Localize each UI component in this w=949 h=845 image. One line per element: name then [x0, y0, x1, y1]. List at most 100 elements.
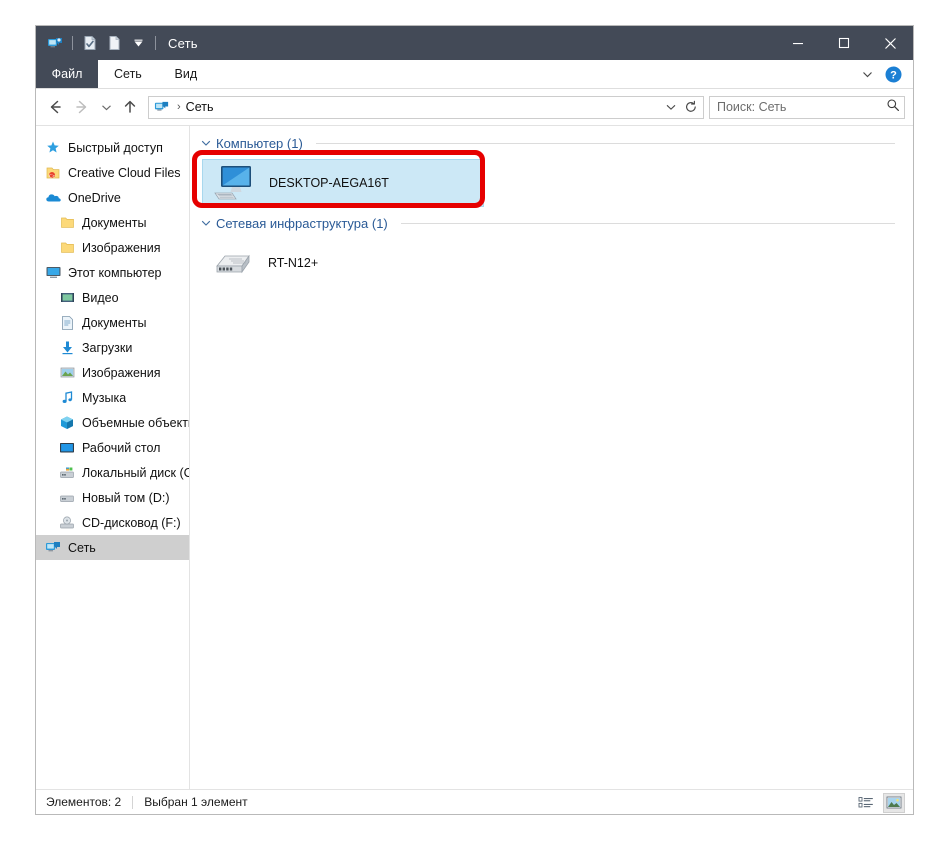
search-placeholder: Поиск: Сеть — [717, 100, 787, 114]
sidebar-item-label: Изображения — [82, 240, 161, 255]
customize-qat-dropdown-icon[interactable] — [127, 32, 149, 54]
3d-objects-icon — [58, 414, 76, 432]
tab-file[interactable]: Файл — [36, 60, 98, 88]
drive-icon — [58, 489, 76, 507]
list-item-rt-n12[interactable]: RT-N12+ — [202, 239, 484, 287]
sidebar-item-label: Документы — [82, 215, 147, 230]
qat-separator-2 — [155, 36, 156, 50]
sidebar-item-network[interactable]: Сеть — [36, 535, 189, 560]
desktop-icon — [58, 439, 76, 457]
view-mode-buttons — [855, 790, 905, 815]
status-item-count: Элементов: 2 — [46, 795, 122, 809]
navigation-pane[interactable]: Быстрый доступ Cc Creative Cloud Files O… — [36, 126, 190, 789]
chevron-down-icon[interactable] — [200, 218, 211, 228]
minimize-button[interactable] — [775, 26, 821, 60]
this-pc-icon — [44, 264, 62, 282]
sidebar-item-label: Документы — [82, 315, 147, 330]
search-input[interactable]: Поиск: Сеть — [709, 95, 905, 119]
chevron-down-icon[interactable] — [200, 138, 211, 148]
chevron-down-icon[interactable] — [855, 63, 879, 87]
pictures-icon — [58, 364, 76, 382]
ribbon-tab-strip: Файл Сеть Вид ? — [36, 60, 913, 89]
refresh-icon[interactable] — [681, 97, 701, 118]
system-drive-icon — [58, 464, 76, 482]
sidebar-item-label: Рабочий стол — [82, 440, 161, 455]
status-bar: Элементов: 2 Выбран 1 элемент — [36, 789, 913, 814]
large-icons-view-icon[interactable] — [883, 792, 905, 813]
sidebar-item-label: OneDrive — [68, 190, 121, 205]
qat-separator-1 — [72, 36, 73, 50]
sidebar-item-new-volume-d[interactable]: Новый том (D:) — [36, 485, 189, 510]
address-bar[interactable]: › Сеть — [148, 95, 704, 119]
window-controls — [775, 26, 913, 60]
network-icon — [44, 539, 62, 557]
sidebar-item-label: Объемные объекты — [82, 415, 189, 430]
status-selection: Выбран 1 элемент — [144, 795, 248, 809]
sidebar-item-this-pc[interactable]: Этот компьютер — [36, 260, 189, 285]
folder-icon — [58, 214, 76, 232]
maximize-button[interactable] — [821, 26, 867, 60]
breadcrumb[interactable]: › Сеть — [153, 98, 661, 116]
address-bar-row: › Сеть Поиск: Сеть — [36, 89, 913, 125]
sidebar-item-downloads[interactable]: Загрузки — [36, 335, 189, 360]
group-header-network-infrastructure[interactable]: Сетевая инфраструктура (1) — [198, 212, 913, 234]
sidebar-item-creative-cloud-files[interactable]: Cc Creative Cloud Files — [36, 160, 189, 185]
back-arrow-icon[interactable] — [42, 94, 68, 120]
sidebar-item-label: Сеть — [68, 540, 96, 555]
window-body: Быстрый доступ Cc Creative Cloud Files O… — [36, 125, 913, 789]
sidebar-item-desktop[interactable]: Рабочий стол — [36, 435, 189, 460]
sidebar-item-music[interactable]: Музыка — [36, 385, 189, 410]
close-button[interactable] — [867, 26, 913, 60]
music-icon — [58, 389, 76, 407]
network-folder-icon[interactable] — [44, 32, 66, 54]
window-title: Сеть — [168, 35, 198, 51]
sidebar-item-onedrive-pictures[interactable]: Изображения — [36, 235, 189, 260]
cd-drive-icon — [58, 514, 76, 532]
list-item-label: DESKTOP-AEGA16T — [269, 176, 389, 190]
svg-text:?: ? — [890, 69, 897, 81]
creative-cloud-icon: Cc — [44, 164, 62, 182]
network-icon — [153, 98, 170, 116]
sidebar-item-label: Видео — [82, 290, 119, 305]
file-list-pane[interactable]: Компьютер (1) DESKTOP-AEGA16T Сетевая ин… — [190, 126, 913, 789]
sidebar-item-local-disk-c[interactable]: Локальный диск (C:) — [36, 460, 189, 485]
sidebar-item-onedrive[interactable]: OneDrive — [36, 185, 189, 210]
properties-icon[interactable] — [79, 32, 101, 54]
sidebar-item-label: Creative Cloud Files — [68, 165, 181, 180]
sidebar-item-documents[interactable]: Документы — [36, 310, 189, 335]
sidebar-item-onedrive-documents[interactable]: Документы — [36, 210, 189, 235]
title-bar: Сеть — [36, 26, 913, 60]
documents-icon — [58, 314, 76, 332]
tab-view[interactable]: Вид — [158, 60, 214, 88]
breadcrumb-separator: › — [177, 101, 181, 113]
up-arrow-icon[interactable] — [117, 94, 143, 120]
sidebar-item-label: Новый том (D:) — [82, 490, 170, 505]
onedrive-cloud-icon — [44, 189, 62, 207]
sidebar-item-3d-objects[interactable]: Объемные объекты — [36, 410, 189, 435]
videos-icon — [58, 289, 76, 307]
sidebar-item-label: CD-дисковод (F:) — [82, 515, 181, 530]
address-dropdown-icon[interactable] — [661, 97, 681, 118]
quick-access-toolbar — [36, 32, 160, 54]
details-view-icon[interactable] — [855, 793, 877, 813]
sidebar-item-label: Музыка — [82, 390, 127, 405]
sidebar-item-videos[interactable]: Видео — [36, 285, 189, 310]
group-header-computer[interactable]: Компьютер (1) — [198, 132, 913, 154]
sidebar-item-label: Этот компьютер — [68, 265, 162, 280]
help-icon[interactable]: ? — [881, 63, 905, 87]
new-folder-icon[interactable] — [103, 32, 125, 54]
sidebar-item-label: Локальный диск (C:) — [82, 465, 189, 480]
search-icon[interactable] — [886, 98, 900, 117]
list-item-desktop-aega16t[interactable]: DESKTOP-AEGA16T — [202, 159, 484, 207]
group-items-network-infrastructure: RT-N12+ — [198, 234, 913, 287]
tab-network[interactable]: Сеть — [98, 60, 158, 88]
recent-locations-icon[interactable] — [96, 94, 116, 120]
sidebar-item-quick-access[interactable]: Быстрый доступ — [36, 135, 189, 160]
breadcrumb-item-network[interactable]: Сеть — [186, 100, 214, 114]
svg-text:Cc: Cc — [49, 173, 55, 179]
status-separator — [132, 795, 134, 809]
forward-arrow-icon — [69, 94, 95, 120]
ribbon-right-controls: ? — [855, 60, 913, 89]
sidebar-item-pictures[interactable]: Изображения — [36, 360, 189, 385]
sidebar-item-cd-drive-f[interactable]: CD-дисковод (F:) — [36, 510, 189, 535]
